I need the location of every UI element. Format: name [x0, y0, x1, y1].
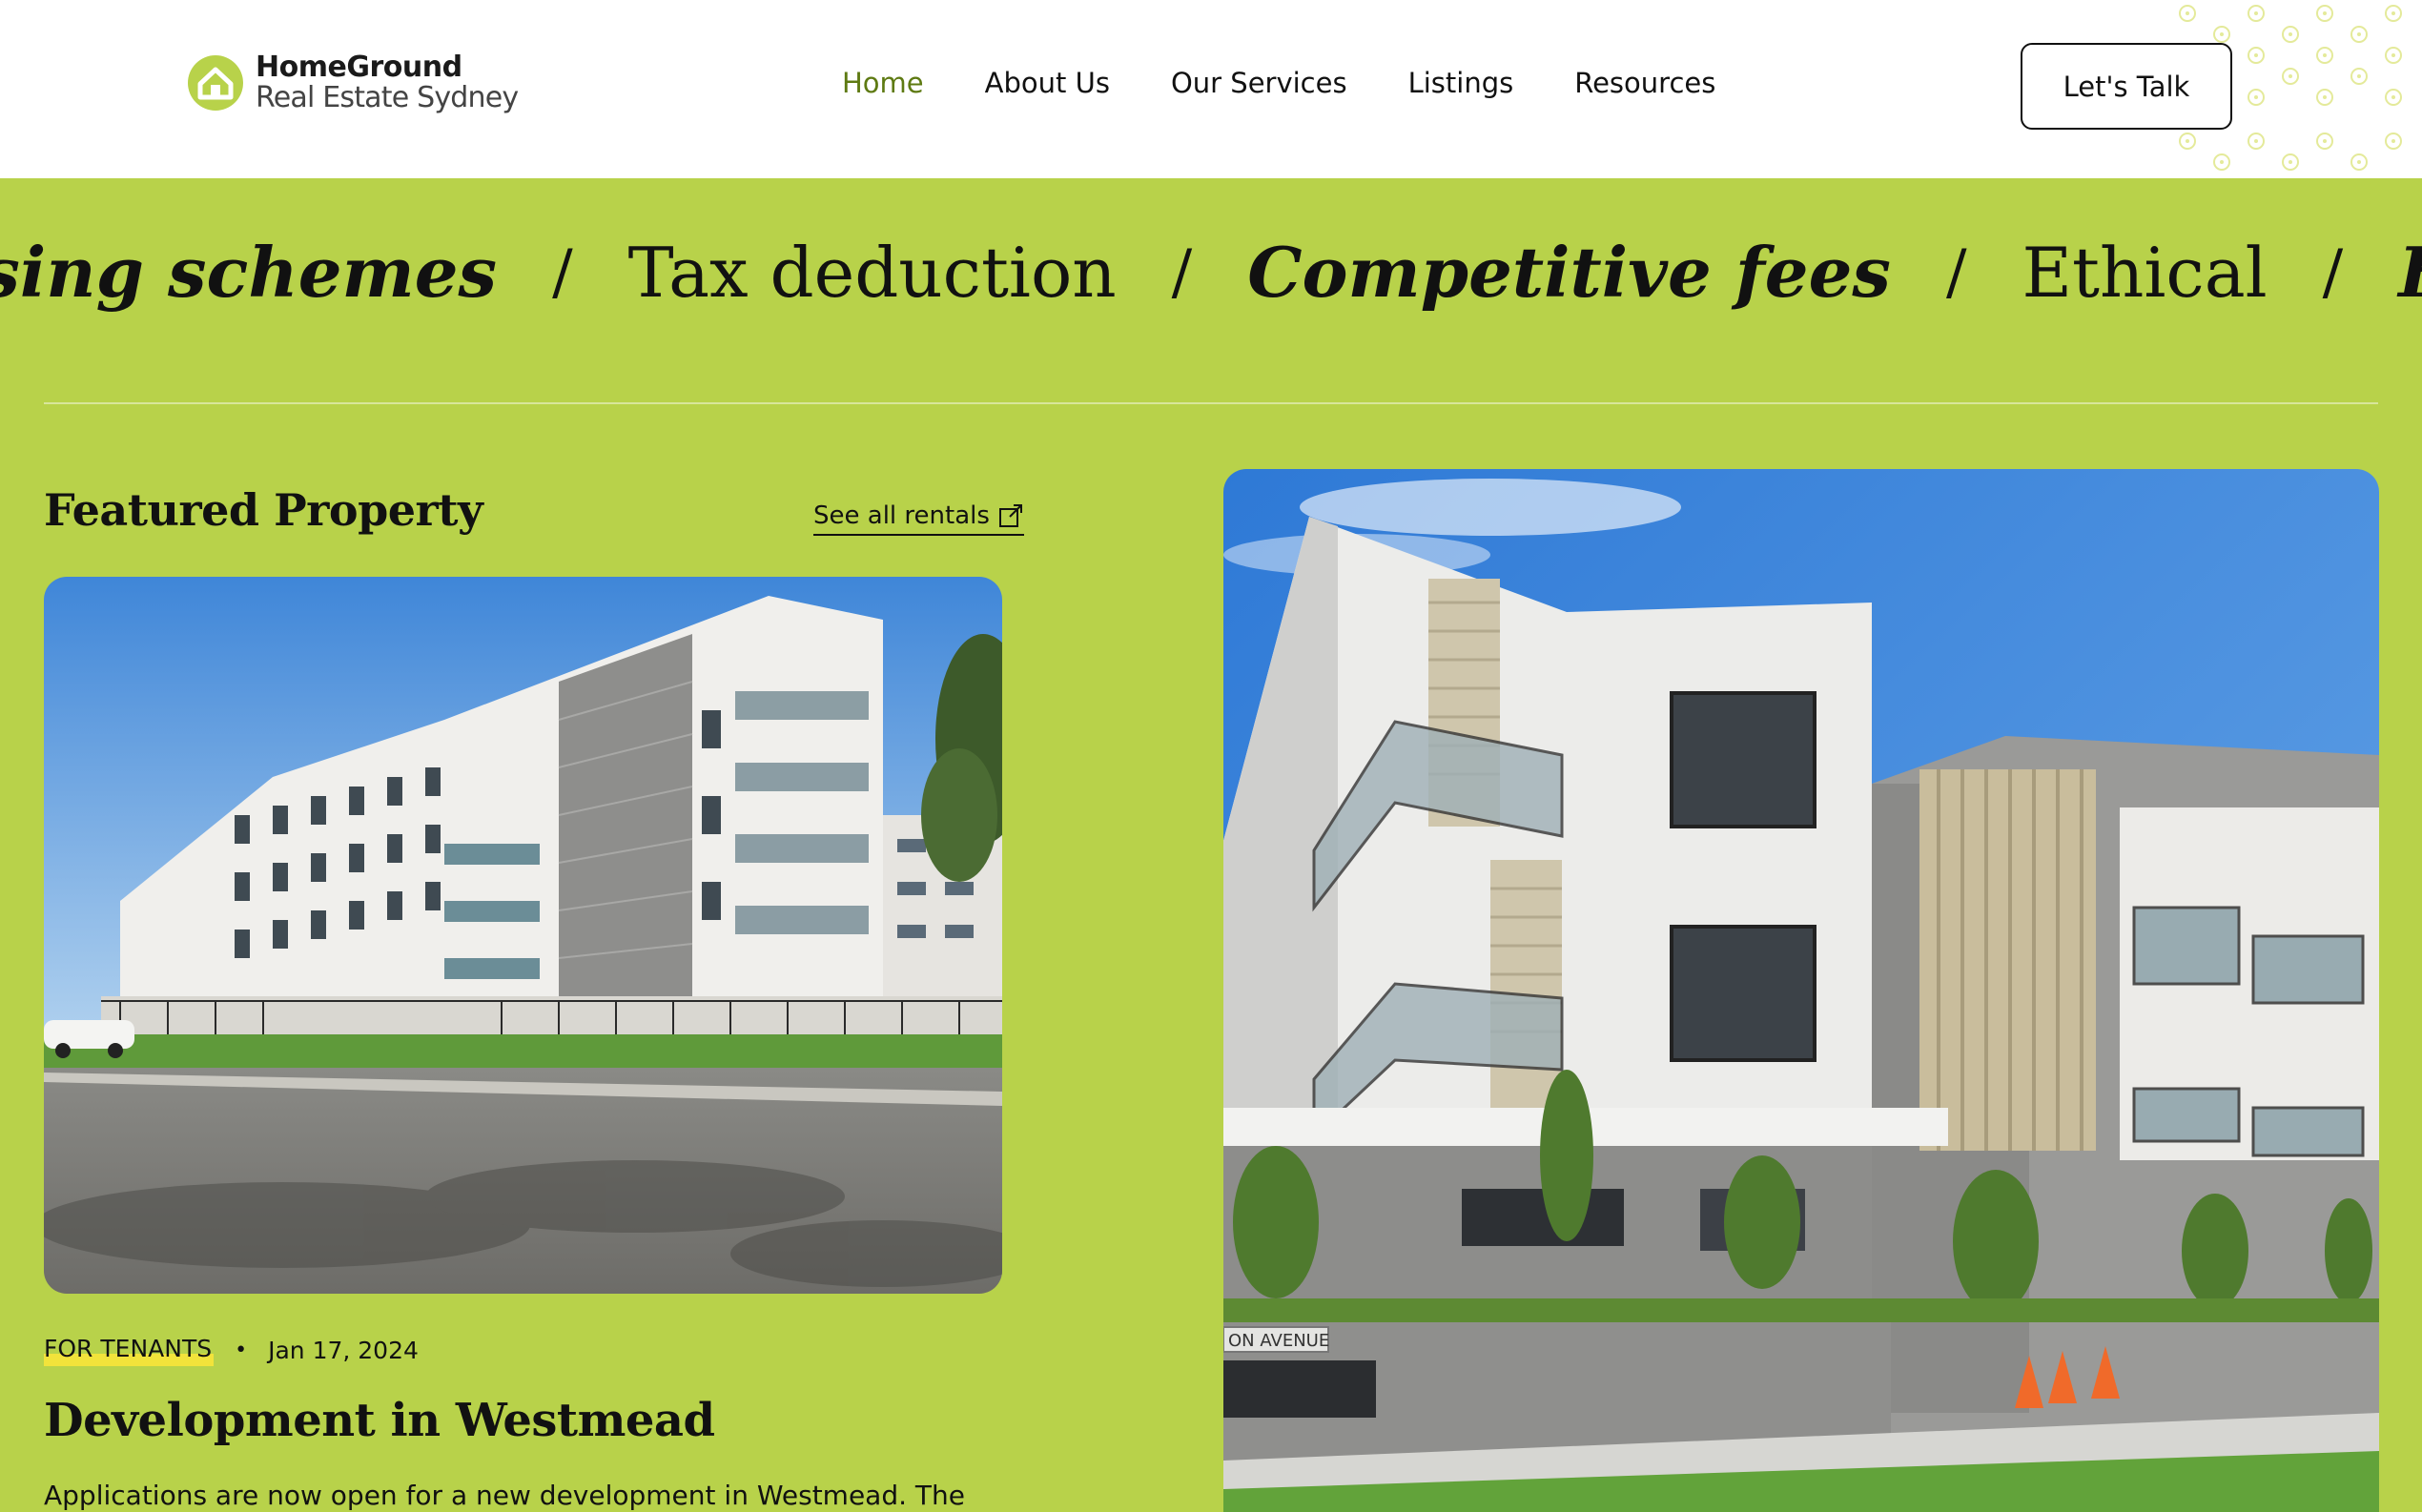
- house-icon: [188, 55, 243, 111]
- main-nav: Home About Us Our Services Listings Reso…: [842, 67, 1715, 99]
- apartment-photo: [44, 577, 1002, 1294]
- marquee-track: ousing schemes / Tax deduction / Competi…: [0, 237, 2422, 308]
- marquee-separator: /: [2322, 237, 2344, 308]
- marquee-item: Tax deduction: [627, 233, 1117, 313]
- nav-listings[interactable]: Listings: [1408, 67, 1514, 99]
- marquee-separator: /: [1945, 237, 1967, 308]
- section-divider: [44, 402, 2378, 404]
- marquee-item: ousing schemes: [0, 232, 498, 313]
- meta-bullet: •: [235, 1338, 248, 1362]
- marquee-item: Competitive fees: [1247, 232, 1891, 313]
- street-sign: ON AVENUE: [1228, 1331, 1329, 1351]
- nav-our-services[interactable]: Our Services: [1171, 67, 1347, 99]
- nav-about-us[interactable]: About Us: [985, 67, 1110, 99]
- brand-subtitle: Real Estate Sydney: [256, 81, 519, 114]
- marquee-item: Help commu: [2398, 238, 2422, 307]
- category-tag[interactable]: FOR TENANTS: [44, 1335, 215, 1366]
- townhouse-photo: ON AVENUE: [1223, 469, 2379, 1512]
- external-link-icon: [998, 504, 1022, 527]
- lets-talk-button[interactable]: Let's Talk: [2021, 43, 2232, 130]
- see-all-label: See all rentals: [813, 501, 990, 530]
- post-date: Jan 17, 2024: [268, 1337, 419, 1364]
- post-meta: FOR TENANTS • Jan 17, 2024: [44, 1335, 419, 1366]
- see-all-rentals-link[interactable]: See all rentals: [813, 501, 1024, 536]
- post-title[interactable]: Development in Westmead: [44, 1394, 715, 1447]
- hero-property-image: ON AVENUE: [1223, 469, 2379, 1512]
- marquee-separator: /: [552, 237, 573, 308]
- brand-name: HomeGround: [256, 51, 462, 84]
- nav-home[interactable]: Home: [842, 67, 924, 99]
- marquee-separator: /: [1171, 237, 1193, 308]
- featured-property-image[interactable]: [44, 577, 1002, 1294]
- post-excerpt: Applications are now open for a new deve…: [44, 1480, 965, 1511]
- nav-resources[interactable]: Resources: [1574, 67, 1715, 99]
- features-marquee: ousing schemes / Tax deduction / Competi…: [0, 178, 2422, 403]
- brand-logo[interactable]: HomeGround Real Estate Sydney: [187, 51, 519, 114]
- marquee-item: Ethical: [2022, 233, 2268, 313]
- featured-heading: Featured Property: [44, 484, 483, 536]
- site-header: HomeGround Real Estate Sydney Home About…: [0, 0, 2422, 178]
